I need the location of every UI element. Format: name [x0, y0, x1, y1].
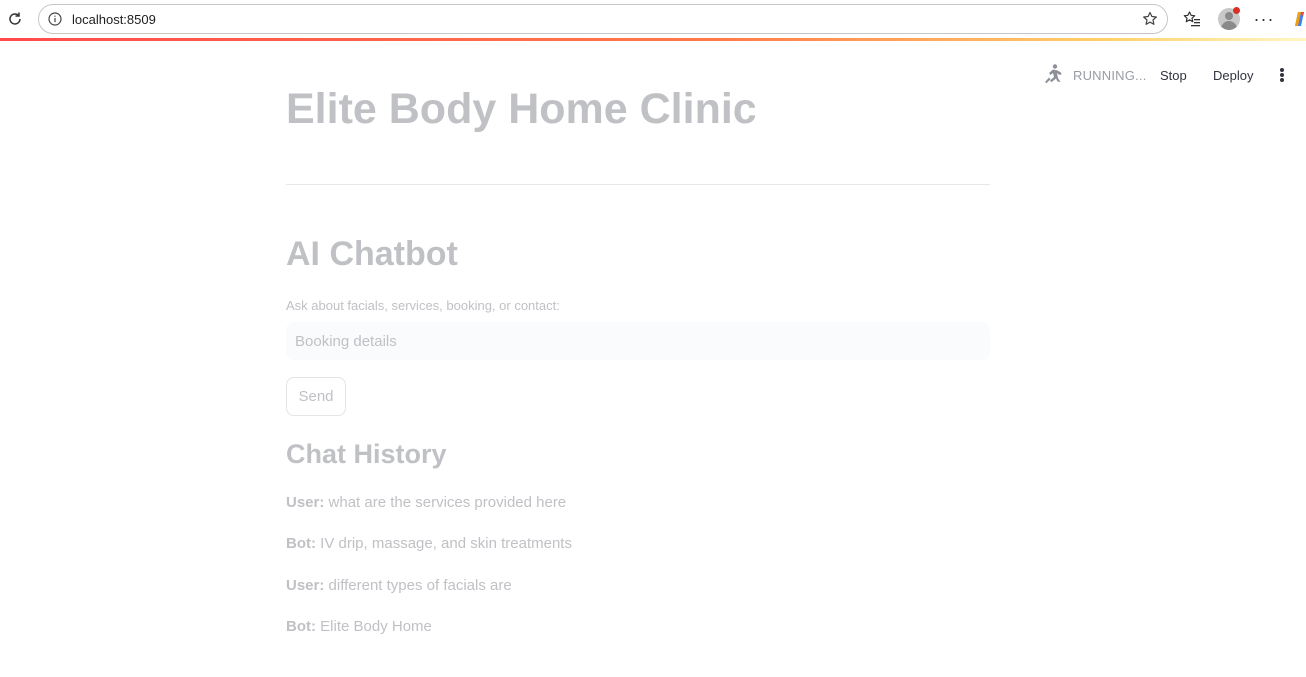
question-input-label: Ask about facials, services, booking, or…	[286, 298, 560, 313]
reload-icon[interactable]	[4, 8, 26, 30]
deploy-button[interactable]: Deploy	[1213, 68, 1253, 83]
chat-text: Elite Body Home	[316, 618, 432, 635]
notification-dot	[1233, 7, 1240, 14]
favorites-icon[interactable]	[1180, 7, 1204, 31]
chat-speaker: Bot:	[286, 535, 316, 552]
chat-text: IV drip, massage, and skin treatments	[316, 535, 572, 552]
divider	[286, 184, 990, 185]
chat-speaker: User:	[286, 577, 325, 594]
chat-message: User: different types of facials are	[286, 577, 512, 594]
chatbot-heading: AI Chatbot	[286, 235, 458, 273]
main-menu-kebab-icon[interactable]	[1278, 66, 1286, 84]
chat-speaker: User:	[286, 494, 325, 511]
address-bar[interactable]: localhost:8509	[38, 4, 1168, 34]
browser-toolbar: localhost:8509 ···	[0, 0, 1306, 38]
chat-text: what are the services provided here	[324, 494, 567, 511]
send-button[interactable]: Send	[286, 377, 346, 416]
url-text[interactable]: localhost:8509	[72, 12, 156, 27]
favorite-star-icon[interactable]	[1141, 10, 1159, 28]
question-input[interactable]	[286, 322, 990, 360]
site-info-icon[interactable]	[47, 11, 63, 27]
page-title: Elite Body Home Clinic	[286, 85, 757, 133]
running-status: RUNNING...	[1073, 68, 1147, 83]
chat-message: Bot: Elite Body Home	[286, 618, 432, 635]
chat-message: Bot: IV drip, massage, and skin treatmen…	[286, 535, 572, 552]
loading-progress-bar	[0, 38, 1306, 41]
chat-message: User: what are the services provided her…	[286, 494, 566, 511]
chat-history-heading: Chat History	[286, 439, 447, 469]
browser-menu-button[interactable]: ···	[1252, 7, 1276, 31]
chat-speaker: Bot:	[286, 618, 316, 635]
stop-button[interactable]: Stop	[1160, 68, 1187, 83]
more-icon: ···	[1253, 8, 1275, 29]
chat-text: different types of facials are	[324, 577, 512, 594]
running-man-icon	[1040, 63, 1064, 87]
copilot-icon[interactable]	[1288, 7, 1306, 31]
